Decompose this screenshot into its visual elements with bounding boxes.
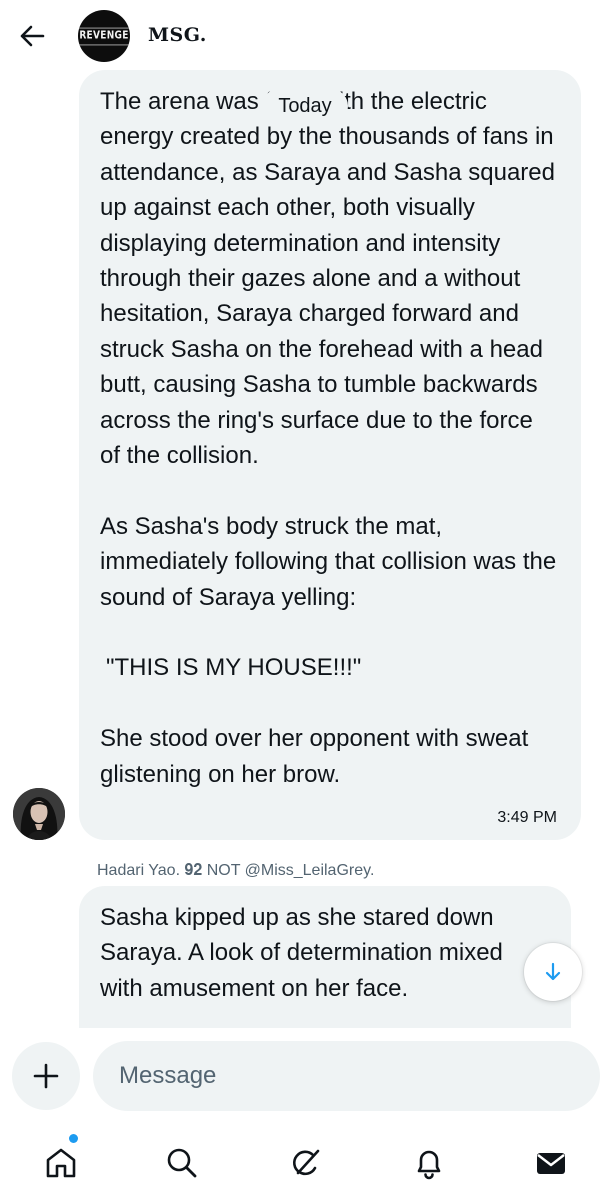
mail-icon bbox=[537, 1153, 565, 1174]
grok-icon bbox=[293, 1149, 320, 1176]
message-bubble[interactable]: The arena was filled with the electric e… bbox=[79, 70, 581, 840]
message-input[interactable] bbox=[93, 1041, 600, 1111]
sender-avatar[interactable] bbox=[13, 788, 65, 840]
tab-grok[interactable] bbox=[281, 1138, 331, 1188]
conversation-title[interactable]: MSG. bbox=[148, 24, 207, 46]
scroll-to-bottom-button[interactable] bbox=[524, 943, 582, 1001]
tab-messages[interactable] bbox=[526, 1138, 576, 1188]
tab-home[interactable] bbox=[36, 1134, 86, 1188]
bottom-tab-bar bbox=[0, 1126, 613, 1200]
tab-search[interactable] bbox=[157, 1138, 207, 1188]
message-paragraph: As Sasha's body struck the mat, immediat… bbox=[100, 512, 557, 611]
plus-icon bbox=[33, 1063, 59, 1089]
message-bubble[interactable]: Sasha kipped up as she stared down Saray… bbox=[79, 886, 571, 1028]
message-composer bbox=[0, 1028, 613, 1126]
home-icon bbox=[46, 1148, 76, 1178]
sender-name: Hadari Yao. 𝟗𝟐 NOT @Miss_LeilaGrey. bbox=[97, 862, 375, 879]
bell-icon bbox=[417, 1150, 441, 1180]
arrow-down-icon bbox=[545, 962, 561, 981]
conversation-avatar[interactable]: REVENGE bbox=[78, 10, 130, 62]
message-paragraph: "THIS IS MY HOUSE!!!" bbox=[106, 654, 362, 682]
tab-notifications[interactable] bbox=[404, 1138, 454, 1188]
conversation-header: REVENGE MSG. bbox=[0, 0, 613, 70]
arrow-left-icon bbox=[20, 25, 45, 47]
message-text: Sasha kipped up as she stared down Saray… bbox=[100, 904, 503, 1002]
message-paragraph: She stood over her opponent with sweat g… bbox=[100, 725, 529, 788]
back-button[interactable] bbox=[14, 18, 50, 54]
revenge-logo: REVENGE bbox=[79, 27, 129, 45]
message-list[interactable]: The arena was filled with the electric e… bbox=[0, 70, 613, 1028]
search-icon bbox=[167, 1148, 197, 1178]
day-separator: Today bbox=[262, 89, 348, 123]
message-timestamp: 3:49 PM bbox=[497, 809, 557, 826]
message-paragraph: The arena was filled with the electric e… bbox=[100, 88, 555, 470]
notification-dot bbox=[69, 1134, 78, 1143]
add-attachment-button[interactable] bbox=[12, 1042, 80, 1110]
